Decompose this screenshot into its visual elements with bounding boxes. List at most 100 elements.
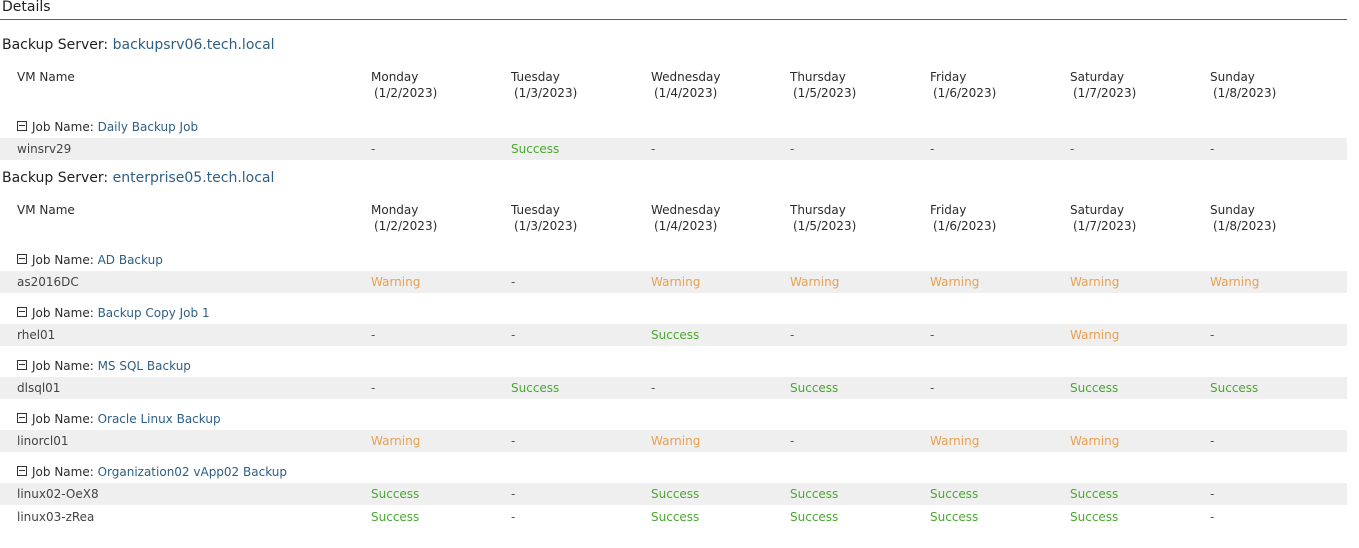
status-cell-saturday: Warning	[1070, 434, 1120, 448]
job-name-row[interactable]: Job Name: Daily Backup Job	[17, 119, 198, 135]
status-cell-wednesday: Success	[651, 328, 700, 342]
status-cell-thursday: Success	[790, 381, 839, 395]
day-name: Friday	[930, 203, 967, 217]
day-header-thursday: Thursday (1/5/2023)	[790, 202, 856, 234]
backup-server-label: Backup Server:	[2, 37, 113, 53]
collapse-toggle-icon[interactable]	[17, 253, 27, 264]
day-header-friday: Friday (1/6/2023)	[930, 69, 996, 101]
status-cell-sunday: -	[1210, 328, 1215, 342]
day-header-saturday: Saturday (1/7/2023)	[1070, 202, 1136, 234]
vm-row: as2016DC Warning - Warning Warning Warning War…	[0, 271, 1347, 293]
day-date: (1/5/2023)	[793, 86, 857, 100]
day-date: (1/8/2023)	[1213, 219, 1277, 233]
status-cell-friday: -	[930, 381, 935, 395]
status-cell-sunday: -	[1210, 510, 1215, 524]
job-name-value[interactable]: Organization02 vApp02 Backup	[98, 465, 287, 479]
day-date: (1/8/2023)	[1213, 86, 1277, 100]
collapse-toggle-icon[interactable]	[17, 465, 27, 476]
job-name-value[interactable]: MS SQL Backup	[98, 359, 191, 373]
day-header-sunday: Sunday (1/8/2023)	[1210, 69, 1276, 101]
vm-row: linorcl01 Warning - Warning - Warning Warning -	[0, 430, 1347, 452]
status-cell-friday: Warning	[930, 434, 980, 448]
day-name: Monday	[371, 203, 419, 217]
job-name-row[interactable]: Job Name: Oracle Linux Backup	[17, 411, 221, 427]
status-cell-thursday: Warning	[790, 275, 840, 289]
status-cell-friday: Warning	[930, 275, 980, 289]
day-date: (1/3/2023)	[514, 219, 578, 233]
job-name-label: Job Name:	[32, 253, 98, 267]
status-cell-monday: -	[371, 142, 376, 156]
status-cell-wednesday: Success	[651, 487, 700, 501]
day-name: Tuesday	[511, 70, 560, 84]
job-name-row[interactable]: Job Name: AD Backup	[17, 252, 163, 268]
job-name-value[interactable]: Oracle Linux Backup	[98, 412, 221, 426]
job-name-row[interactable]: Job Name: MS SQL Backup	[17, 358, 191, 374]
day-name: Wednesday	[651, 70, 721, 84]
status-cell-wednesday: -	[651, 381, 656, 395]
day-name: Thursday	[790, 203, 846, 217]
collapse-toggle-icon[interactable]	[17, 359, 27, 370]
vm-row: rhel01 - - Success - - Warning -	[0, 324, 1347, 346]
status-cell-tuesday: -	[511, 487, 516, 501]
vm-name: as2016DC	[17, 275, 79, 289]
day-name: Friday	[930, 70, 967, 84]
status-cell-thursday: -	[790, 328, 795, 342]
backup-server-name[interactable]: backupsrv06.tech.local	[113, 37, 275, 53]
collapse-toggle-icon[interactable]	[17, 412, 27, 423]
vm-name-header: VM Name	[17, 203, 75, 217]
day-date: (1/6/2023)	[933, 86, 997, 100]
vm-name-header: VM Name	[17, 70, 75, 84]
status-cell-saturday: Success	[1070, 510, 1119, 524]
job-name-row[interactable]: Job Name: Organization02 vApp02 Backup	[17, 464, 287, 480]
day-date: (1/7/2023)	[1073, 219, 1137, 233]
status-cell-wednesday: -	[651, 142, 656, 156]
details-title: Details	[2, 0, 51, 15]
vm-row: linux02-OeX8 Success - Success Success Succes…	[0, 483, 1347, 505]
status-cell-tuesday: -	[511, 434, 516, 448]
day-name: Saturday	[1070, 203, 1125, 217]
collapse-toggle-icon[interactable]	[17, 306, 27, 317]
vm-name: linux03-zRea	[17, 510, 95, 524]
job-name-label: Job Name:	[32, 412, 98, 426]
collapse-toggle-icon[interactable]	[17, 120, 27, 131]
status-cell-thursday: Success	[790, 487, 839, 501]
day-header-thursday: Thursday (1/5/2023)	[790, 69, 856, 101]
vm-name: dlsql01	[17, 381, 61, 395]
status-cell-saturday: -	[1070, 142, 1075, 156]
status-cell-friday: -	[930, 328, 935, 342]
day-date: (1/2/2023)	[374, 219, 438, 233]
vm-row: linux03-zRea Success - Success Success Succes…	[0, 506, 1347, 528]
status-cell-thursday: Success	[790, 510, 839, 524]
backup-server-label: Backup Server:	[2, 170, 113, 186]
job-name-value[interactable]: Daily Backup Job	[98, 120, 198, 134]
day-name: Monday	[371, 70, 419, 84]
status-cell-sunday: -	[1210, 487, 1215, 501]
status-cell-tuesday: Success	[511, 381, 560, 395]
status-cell-tuesday: -	[511, 328, 516, 342]
day-name: Sunday	[1210, 70, 1255, 84]
status-cell-saturday: Success	[1070, 381, 1119, 395]
backup-server-name[interactable]: enterprise05.tech.local	[113, 170, 275, 186]
status-cell-sunday: Warning	[1210, 275, 1260, 289]
job-name-value[interactable]: AD Backup	[98, 253, 163, 267]
day-header-wednesday: Wednesday (1/4/2023)	[651, 202, 720, 234]
day-date: (1/6/2023)	[933, 219, 997, 233]
day-header-tuesday: Tuesday (1/3/2023)	[511, 69, 577, 101]
status-cell-monday: Warning	[371, 434, 421, 448]
day-header-monday: Monday (1/2/2023)	[371, 202, 437, 234]
job-name-value[interactable]: Backup Copy Job 1	[98, 306, 210, 320]
job-name-row[interactable]: Job Name: Backup Copy Job 1	[17, 305, 210, 321]
status-cell-thursday: -	[790, 434, 795, 448]
day-name: Sunday	[1210, 203, 1255, 217]
status-cell-saturday: Warning	[1070, 275, 1120, 289]
day-date: (1/3/2023)	[514, 86, 578, 100]
status-cell-monday: Warning	[371, 275, 421, 289]
title-rule	[0, 19, 1347, 20]
status-cell-tuesday: Success	[511, 142, 560, 156]
vm-row: winsrv29 - Success - - - - -	[0, 138, 1347, 160]
vm-name: linorcl01	[17, 434, 69, 448]
backup-server-heading: Backup Server: backupsrv06.tech.local	[2, 37, 275, 53]
job-name-label: Job Name:	[32, 306, 98, 320]
status-cell-monday: -	[371, 381, 376, 395]
day-name: Tuesday	[511, 203, 560, 217]
